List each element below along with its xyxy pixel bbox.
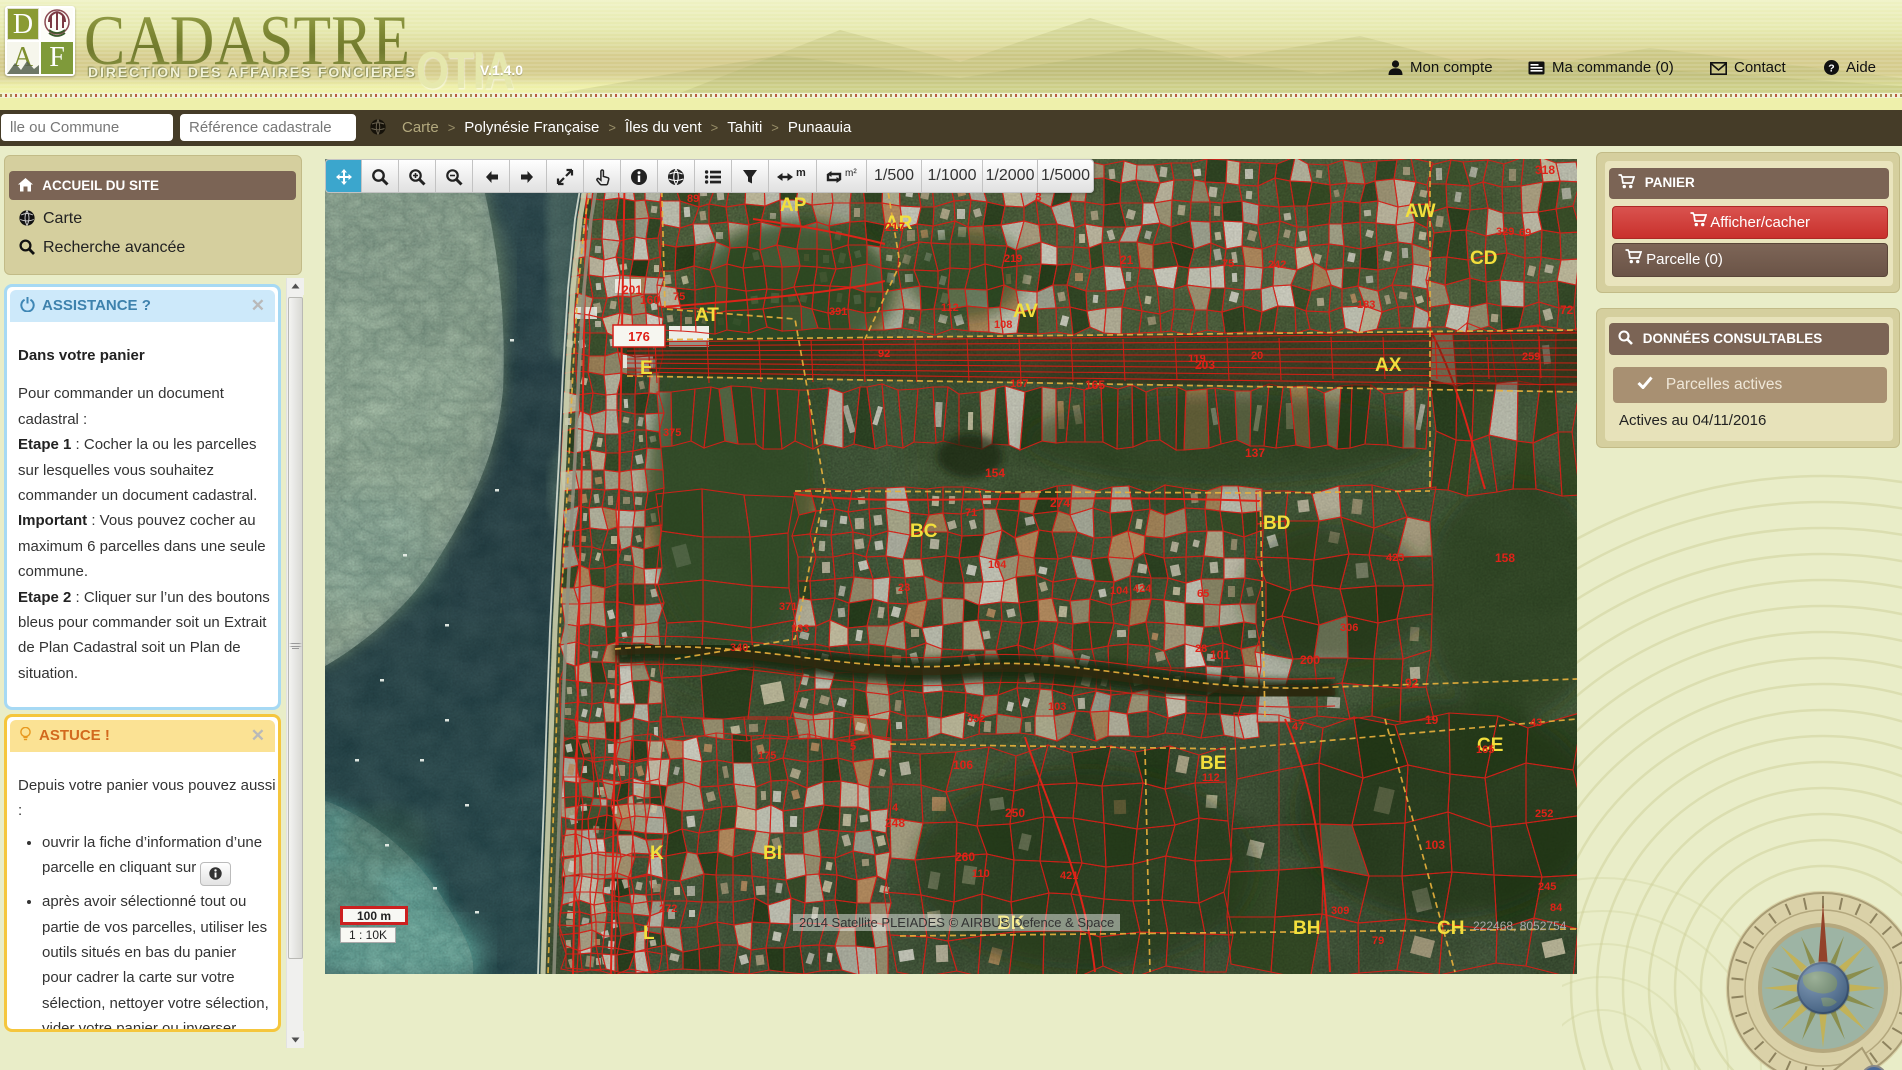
svg-text:?: ?	[1828, 62, 1834, 74]
svg-text:20: 20	[1251, 350, 1263, 362]
svg-text:103: 103	[1425, 838, 1445, 852]
svg-text:245: 245	[1538, 881, 1556, 893]
svg-text:421: 421	[1060, 870, 1078, 882]
svg-text:219: 219	[1004, 253, 1022, 265]
svg-text:183: 183	[1357, 299, 1375, 311]
svg-text:375: 375	[663, 427, 681, 439]
svg-text:274: 274	[1050, 496, 1070, 510]
svg-text:318: 318	[1535, 163, 1555, 177]
svg-text:106: 106	[953, 758, 973, 772]
svg-text:423: 423	[1386, 552, 1404, 564]
svg-text:89: 89	[687, 193, 699, 205]
svg-text:AP: AP	[780, 195, 807, 216]
svg-text:119: 119	[1188, 353, 1206, 365]
svg-text:AT: AT	[695, 305, 719, 326]
svg-text:201: 201	[622, 283, 642, 297]
svg-text:E: E	[640, 358, 653, 379]
svg-text:71: 71	[965, 507, 977, 519]
svg-text:101: 101	[1210, 648, 1230, 662]
svg-text:260: 260	[955, 850, 975, 864]
svg-text:252: 252	[1535, 808, 1553, 820]
svg-text:391: 391	[829, 306, 847, 318]
svg-text:371: 371	[779, 601, 797, 613]
svg-text:309: 309	[1331, 905, 1349, 917]
svg-text:AV: AV	[1013, 301, 1038, 322]
svg-text:69: 69	[1519, 227, 1531, 239]
svg-text:79: 79	[1372, 935, 1384, 947]
svg-text:217: 217	[885, 220, 905, 234]
svg-text:329: 329	[1496, 226, 1514, 238]
svg-text:75: 75	[1222, 258, 1234, 270]
svg-text:84: 84	[1550, 902, 1563, 914]
svg-text:165: 165	[1085, 378, 1105, 392]
svg-text:CD: CD	[1470, 248, 1497, 269]
svg-text:352: 352	[967, 713, 985, 725]
svg-text:272: 272	[659, 903, 677, 915]
svg-text:137: 137	[1245, 446, 1265, 460]
svg-text:175: 175	[758, 750, 776, 762]
svg-text:112: 112	[941, 302, 959, 314]
svg-text:104: 104	[1110, 585, 1129, 597]
svg-text:21: 21	[1120, 253, 1134, 267]
svg-text:154: 154	[985, 466, 1005, 480]
svg-text:160: 160	[640, 293, 660, 307]
svg-text:248: 248	[885, 816, 905, 830]
svg-text:108: 108	[994, 319, 1012, 331]
svg-text:BD: BD	[1263, 513, 1290, 534]
svg-text:176: 176	[628, 329, 650, 344]
svg-text:23: 23	[898, 582, 910, 594]
svg-text:47: 47	[1292, 721, 1304, 733]
svg-text:187: 187	[1010, 378, 1028, 390]
svg-text:259: 259	[1522, 351, 1540, 363]
svg-text:112: 112	[1202, 772, 1220, 784]
svg-text:m²: m²	[845, 168, 857, 179]
svg-text:340: 340	[730, 642, 748, 654]
svg-text:43: 43	[1530, 717, 1542, 729]
svg-text:306: 306	[1340, 622, 1358, 634]
svg-text:200: 200	[1300, 653, 1320, 667]
svg-text:165: 165	[1476, 744, 1494, 756]
svg-text:4: 4	[892, 802, 899, 814]
svg-text:133: 133	[791, 623, 809, 635]
svg-text:72: 72	[1560, 303, 1574, 317]
svg-text:BH: BH	[1293, 918, 1320, 939]
svg-text:19: 19	[1425, 713, 1439, 727]
svg-text:L: L	[643, 923, 655, 944]
svg-text:K: K	[650, 843, 664, 864]
svg-text:103: 103	[1048, 701, 1066, 713]
svg-text:242: 242	[1268, 259, 1286, 271]
svg-text:92: 92	[1405, 676, 1419, 690]
svg-text:BE: BE	[1200, 753, 1226, 774]
svg-text:424: 424	[1133, 583, 1152, 595]
svg-text:75: 75	[673, 291, 685, 303]
svg-text:5: 5	[850, 741, 856, 753]
svg-text:65: 65	[1197, 588, 1209, 600]
svg-text:250: 250	[1005, 806, 1025, 820]
svg-text:158: 158	[1495, 551, 1515, 565]
svg-text:CH: CH	[1437, 918, 1464, 939]
svg-text:BI: BI	[763, 843, 782, 864]
svg-text:28: 28	[1195, 643, 1207, 655]
svg-text:BC: BC	[910, 521, 938, 542]
svg-text:AW: AW	[1405, 201, 1436, 222]
svg-text:AX: AX	[1375, 355, 1402, 376]
svg-text:110: 110	[972, 868, 990, 880]
svg-text:m: m	[796, 168, 806, 179]
svg-text:104: 104	[988, 559, 1007, 571]
svg-text:92: 92	[878, 348, 890, 360]
